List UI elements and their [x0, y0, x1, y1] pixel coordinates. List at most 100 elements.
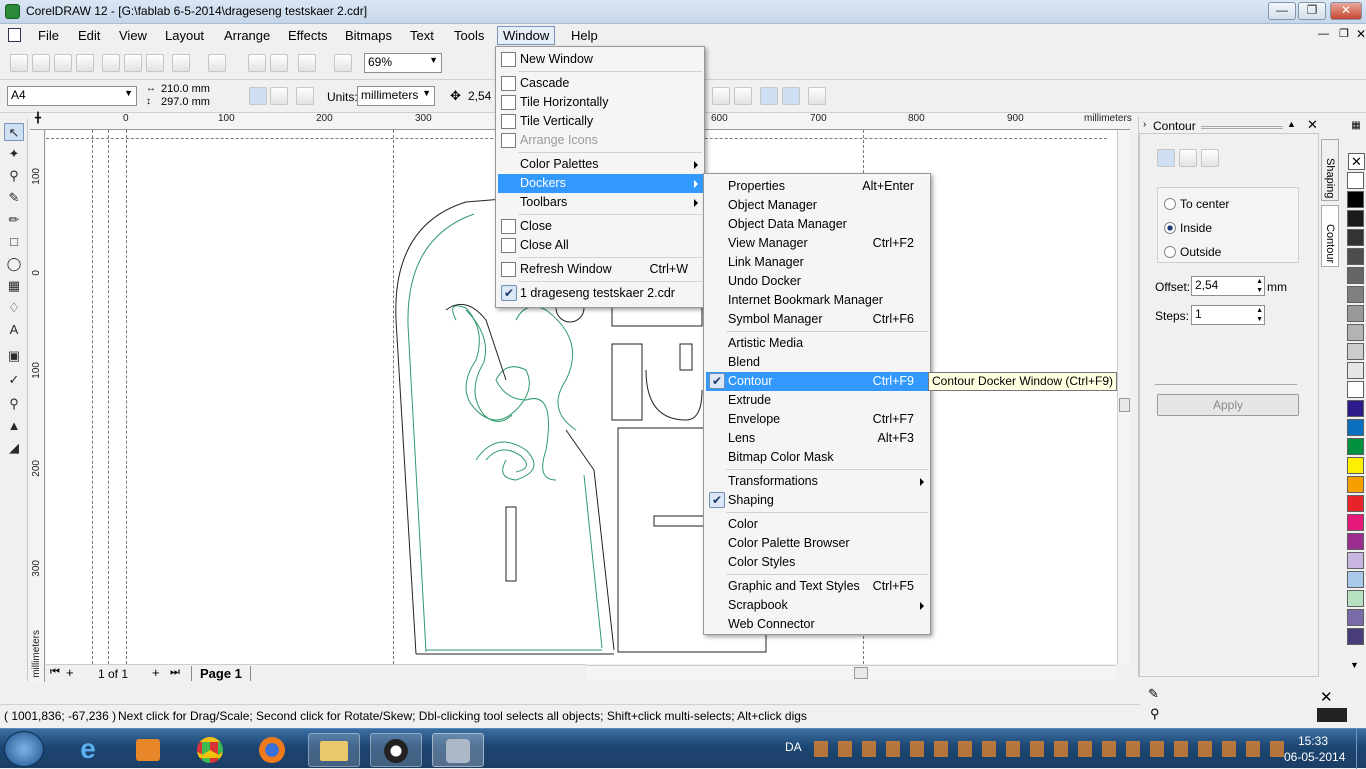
dockers-menu-item-color-palette-browser[interactable]: Color Palette Browser — [706, 534, 930, 553]
dockers-menu-item-undo-docker[interactable]: Undo Docker — [706, 272, 930, 291]
print-icon[interactable] — [76, 54, 94, 72]
corel-online-icon[interactable] — [334, 54, 352, 72]
dockers-menu-item-color[interactable]: Color — [706, 515, 930, 534]
doc-close-icon[interactable]: ✕ — [1356, 27, 1366, 41]
color-swatch[interactable] — [1347, 495, 1364, 512]
options-icon[interactable] — [808, 87, 826, 105]
color-swatch[interactable] — [1347, 248, 1364, 265]
outside-mode-icon[interactable] — [1201, 149, 1219, 167]
snap-icon[interactable] — [712, 87, 730, 105]
palette-scroll-down-icon[interactable]: ▼ — [1350, 660, 1359, 670]
firefox-icon[interactable] — [246, 733, 298, 767]
color-swatch[interactable] — [1347, 343, 1364, 360]
rectangle-tool-icon[interactable]: □ — [4, 233, 24, 251]
export-icon[interactable] — [270, 54, 288, 72]
pick-tool-icon[interactable]: ↖ — [4, 123, 24, 141]
window-menu-item-close[interactable]: Close — [498, 217, 704, 236]
treat-as-filled-icon[interactable] — [734, 87, 752, 105]
dockers-menu-item-web-connector[interactable]: Web Connector — [706, 615, 930, 634]
outline-tool-icon[interactable]: ⚲ — [4, 395, 24, 413]
import-icon[interactable] — [248, 54, 266, 72]
no-fill-swatch[interactable]: ✕ — [1348, 153, 1365, 170]
system-tray-icons[interactable] — [814, 741, 1284, 757]
units-select[interactable]: millimeters ▼ — [357, 86, 435, 106]
dockers-menu-item-graphic-and-text-styles[interactable]: Graphic and Text Styles Ctrl+F5 — [706, 577, 930, 596]
horizontal-scrollbar[interactable] — [586, 665, 1116, 680]
dockers-menu-item-color-styles[interactable]: Color Styles — [706, 553, 930, 572]
page-size-select[interactable]: A4 ▼ — [7, 86, 137, 106]
dockers-menu-item-extrude[interactable]: Extrude — [706, 391, 930, 410]
color-swatch[interactable] — [1347, 590, 1364, 607]
clock-time[interactable]: 15:33 — [1298, 734, 1328, 748]
media-player-icon[interactable] — [122, 733, 174, 767]
dockers-menu-item-scrapbook[interactable]: Scrapbook — [706, 596, 930, 615]
dockers-menu-item-object-manager[interactable]: Object Manager — [706, 196, 930, 215]
file-explorer-icon[interactable] — [308, 733, 360, 767]
maximize-button[interactable]: ❐ — [1298, 2, 1326, 20]
landscape-icon[interactable] — [270, 87, 288, 105]
dockers-menu-item-properties[interactable]: Properties Alt+Enter — [706, 177, 930, 196]
option-to-center-label[interactable]: To center — [1180, 197, 1229, 211]
to-center-mode-icon[interactable] — [1157, 149, 1175, 167]
undo-icon[interactable] — [172, 54, 190, 72]
window-menu-item-tile-vertically[interactable]: Tile Vertically — [498, 112, 704, 131]
language-indicator[interactable]: DA — [785, 740, 802, 754]
menu-effects[interactable]: Effects — [284, 28, 332, 43]
draw-scale-icon[interactable] — [760, 87, 778, 105]
vertical-ruler[interactable]: 100 0 100 200 300 millimeters — [30, 130, 45, 682]
color-swatch[interactable] — [1347, 191, 1364, 208]
tab-shaping[interactable]: Shaping — [1321, 139, 1339, 201]
docker-collapse-icon[interactable]: ▲ — [1287, 119, 1296, 129]
menu-layout[interactable]: Layout — [161, 28, 208, 43]
color-swatch[interactable] — [1347, 267, 1364, 284]
dockers-menu-item-shaping[interactable]: ✔ Shaping — [706, 491, 930, 510]
new-icon[interactable] — [10, 54, 28, 72]
color-swatch[interactable] — [1347, 609, 1364, 626]
shape-tool-icon[interactable]: ✦ — [4, 145, 24, 163]
add-page-after-icon[interactable]: + — [152, 665, 160, 680]
color-swatch[interactable] — [1347, 571, 1364, 588]
dockers-menu-item-link-manager[interactable]: Link Manager — [706, 253, 930, 272]
dockers-menu-item-contour[interactable]: ✔ Contour Ctrl+F9 — [706, 372, 930, 391]
page-tab[interactable]: Page 1 — [191, 666, 251, 681]
dockers-menu-item-internet-bookmark-manager[interactable]: Internet Bookmark Manager — [706, 291, 930, 310]
color-swatch[interactable] — [1347, 305, 1364, 322]
ruler-corner[interactable]: ╋ — [30, 113, 46, 130]
color-swatch[interactable] — [1347, 324, 1364, 341]
copy-icon[interactable] — [124, 54, 142, 72]
color-swatch[interactable] — [1347, 476, 1364, 493]
spin-icon[interactable]: ▲ ▼ — [1256, 277, 1263, 295]
docker-close-icon[interactable]: ✕ — [1307, 117, 1318, 133]
close-button[interactable]: ✕ — [1330, 2, 1362, 20]
spin-icon[interactable]: ▲ ▼ — [1256, 306, 1263, 324]
coreldraw-taskbar-icon[interactable] — [370, 733, 422, 767]
window-menu-item-cascade[interactable]: Cascade — [498, 74, 704, 93]
vertical-scrollbar[interactable] — [1117, 130, 1130, 664]
graph-paper-icon[interactable]: ▦ — [4, 277, 24, 295]
redo-icon[interactable] — [208, 54, 226, 72]
doc-minimize-icon[interactable]: — — [1318, 28, 1329, 40]
security-app-icon[interactable] — [432, 733, 484, 767]
dockers-menu-item-transformations[interactable]: Transformations — [706, 472, 930, 491]
zoom-tool-icon[interactable]: ⚲ — [4, 167, 24, 185]
color-swatch[interactable] — [1347, 457, 1364, 474]
start-button[interactable] — [4, 731, 44, 767]
menu-edit[interactable]: Edit — [74, 28, 104, 43]
window-menu-item-1-drageseng-testskaer-2-cdr[interactable]: ✔ 1 drageseng testskaer 2.cdr — [498, 284, 704, 303]
paste-icon[interactable] — [146, 54, 164, 72]
color-swatch[interactable] — [1347, 400, 1364, 417]
scroll-thumb[interactable] — [1119, 398, 1130, 412]
menu-help[interactable]: Help — [567, 28, 602, 43]
menu-tools[interactable]: Tools — [450, 28, 488, 43]
all-pages-icon[interactable] — [296, 87, 314, 105]
window-menu-item-tile-horizontally[interactable]: Tile Horizontally — [498, 93, 704, 112]
portrait-icon[interactable] — [249, 87, 267, 105]
color-swatch[interactable] — [1347, 286, 1364, 303]
show-desktop-button[interactable] — [1356, 729, 1366, 769]
open-icon[interactable] — [32, 54, 50, 72]
dockers-menu-item-symbol-manager[interactable]: Symbol Manager Ctrl+F6 — [706, 310, 930, 329]
interactive-fill-icon[interactable]: ◢ — [4, 439, 24, 457]
doc-restore-icon[interactable]: ❐ — [1339, 27, 1349, 40]
window-menu-item-toolbars[interactable]: Toolbars — [498, 193, 704, 212]
freehand-tool-icon[interactable]: ✎ — [4, 189, 24, 207]
